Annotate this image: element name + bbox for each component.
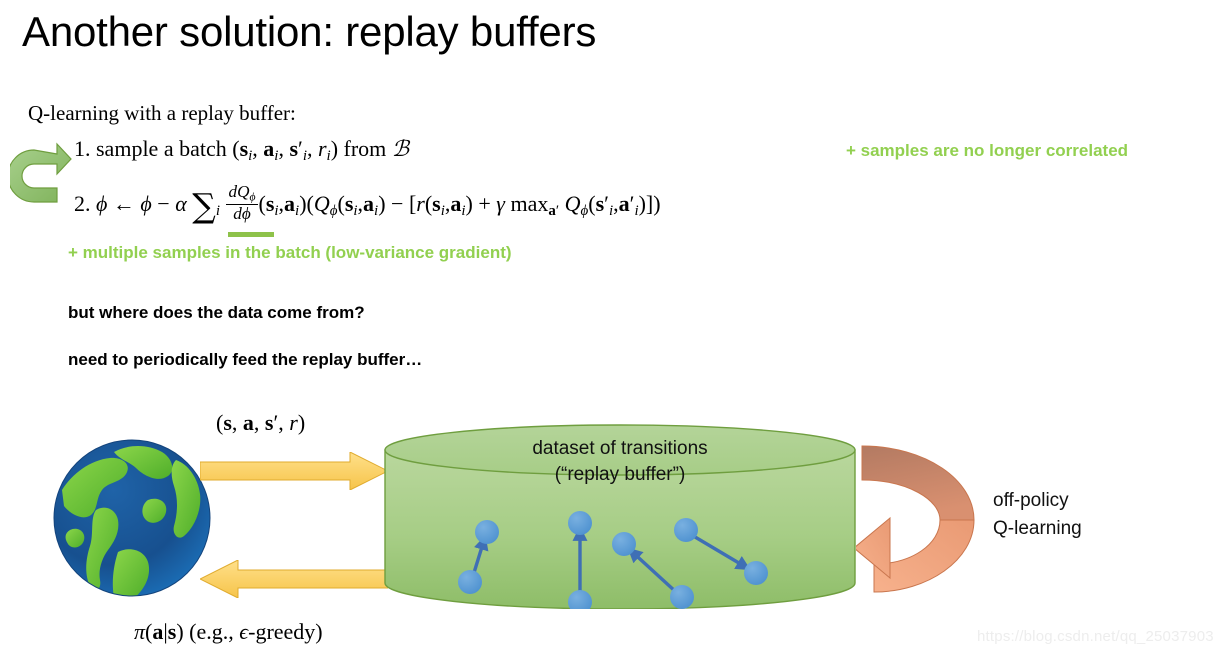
step1-from: from <box>343 136 387 161</box>
transition-tuple-label: (s, a, s′, r) <box>216 410 306 435</box>
algorithm-step-1: 1. sample a batch (si, ai, s′i, ri) from… <box>74 136 409 165</box>
off-policy-line-1: off-policy <box>993 490 1069 511</box>
annotation-multiple-samples: + multiple samples in the batch (low-var… <box>68 243 512 262</box>
annotation-feed-buffer: need to periodically feed the replay buf… <box>68 350 423 369</box>
gamma-symbol: γ <box>496 190 505 216</box>
assign-arrow: ← <box>112 190 135 216</box>
policy-label: π(a|s) (e.g., ϵ-greedy) <box>134 619 323 644</box>
u-turn-arrow-icon <box>853 440 984 600</box>
step1-number: 1. <box>74 136 91 161</box>
page-title: Another solution: replay buffers <box>22 8 597 55</box>
annotation-samples-uncorrelated: + samples are no longer correlated <box>846 141 1129 160</box>
max-operator: max <box>510 190 549 216</box>
sum-symbol: ∑ <box>192 185 216 225</box>
alpha-symbol: α <box>175 190 187 216</box>
buffer-symbol: ℬ <box>391 136 410 161</box>
algorithm-heading: Q-learning with a replay buffer: <box>28 101 296 125</box>
phi-symbol: ϕ <box>96 190 108 216</box>
off-policy-line-2: Q-learning <box>993 517 1082 539</box>
step1-lead: sample a batch <box>96 136 227 161</box>
sum-underline-highlight <box>228 232 274 237</box>
left-arrow-icon <box>198 559 389 599</box>
algorithm-step-2: 2. ϕ ← ϕ − α ∑i dQϕ dϕ (si,ai)(Qϕ(si,ai)… <box>74 182 661 225</box>
right-arrow-icon <box>199 451 390 491</box>
annotation-data-source-question: but where does the data come from? <box>68 303 365 322</box>
circular-arrow-icon <box>7 132 72 220</box>
off-policy-label: off-policy Q-learning <box>993 487 1082 542</box>
step2-number: 2. <box>74 190 91 216</box>
transition-samples-group <box>384 424 856 614</box>
phi-symbol: ϕ <box>140 190 152 216</box>
slide-canvas: Another solution: replay buffers Q-learn… <box>0 0 1224 658</box>
derivative-fraction: dQϕ dϕ <box>226 182 258 223</box>
globe-icon <box>52 438 212 598</box>
watermark: https://blog.csdn.net/qq_25037903 <box>977 628 1214 645</box>
step1-tuple: (si, ai, s′i, ri) <box>232 136 339 165</box>
